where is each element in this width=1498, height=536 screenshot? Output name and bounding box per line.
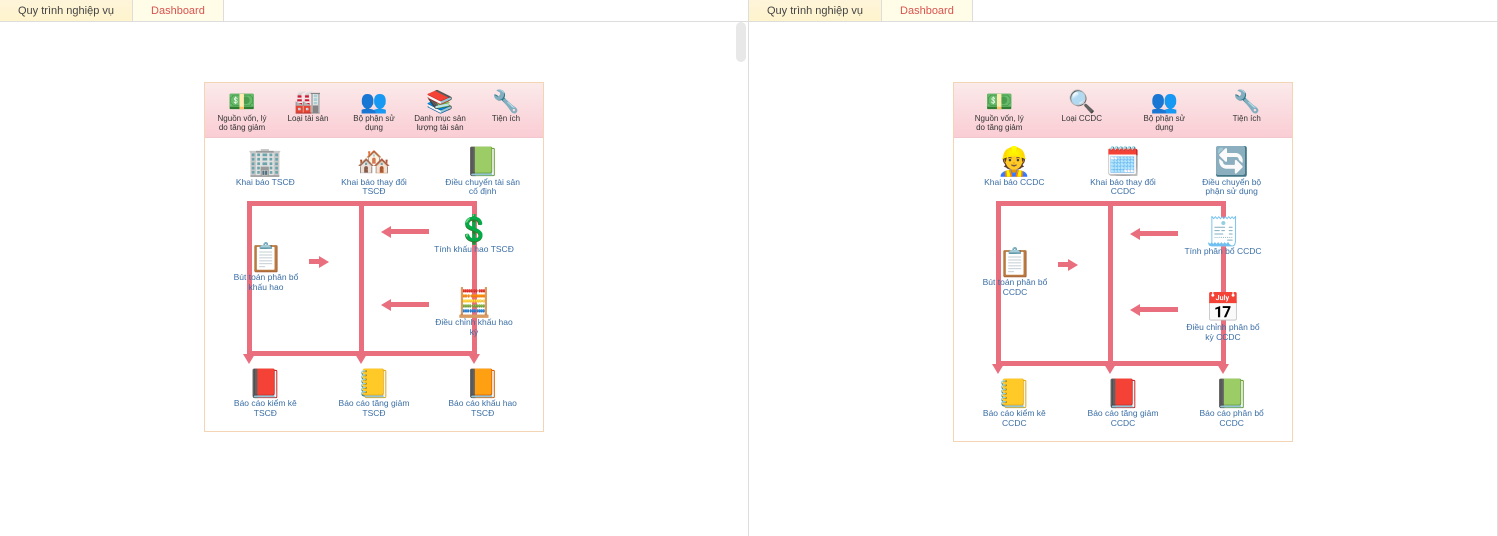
node-adjust-depreciation[interactable]: 🧮 Điều chỉnh khấu hao kỳ [429, 286, 519, 338]
inventory-report-icon: 📒 [995, 377, 1033, 409]
toolbar-funding-icon[interactable]: 💵Nguồn vốn, lý do tăng giảm [958, 87, 1041, 135]
toolbar-label: Danh mục sản lượng tài sản [410, 115, 470, 133]
diagram-tscd: 💵Nguồn vốn, lý do tăng giảm🏭Loại tài sản… [204, 82, 544, 432]
node-label: Báo cáo khấu hao TSCĐ [443, 399, 523, 419]
transfer-dept-icon: 🔄 [1213, 146, 1251, 178]
inventory-report-icon: 📕 [246, 367, 284, 399]
node-allocation-entry[interactable]: 📋 Bút toán phân bổ CCDC [970, 246, 1060, 298]
depreciation-report-icon: 📙 [464, 367, 502, 399]
node-inventory-report-icon[interactable]: 📕Báo cáo kiểm kê TSCĐ [220, 367, 310, 419]
tab-dashboard[interactable]: Dashboard [133, 0, 224, 21]
node-declare-asset-icon[interactable]: 🏢Khai báo TSCĐ [220, 146, 310, 198]
utility-icon: 🔧 [489, 89, 523, 115]
adjust-depreciation-icon: 🧮 [455, 286, 493, 318]
utility-icon: 🔧 [1230, 89, 1264, 115]
tab-dashboard[interactable]: Dashboard [882, 0, 973, 21]
node-label: Báo cáo kiểm kê TSCĐ [225, 399, 305, 419]
node-change-tool-icon[interactable]: 🗓️Khai báo thay đổi CCDC [1078, 146, 1168, 198]
tool-type-icon: 🔍 [1065, 89, 1099, 115]
allocation-entry-icon: 📋 [247, 241, 285, 273]
node-calc-depreciation[interactable]: 💲 Tính khấu hao TSCĐ [429, 213, 519, 255]
node-label: Khai báo TSCĐ [236, 178, 295, 188]
node-label: Điều chuyển bộ phận sử dụng [1192, 178, 1272, 198]
toolbar-tool-type-icon[interactable]: 🔍Loại CCDC [1041, 87, 1124, 135]
node-transfer-asset-icon[interactable]: 📗Điều chuyển tài sản cố định [438, 146, 528, 198]
node-label: Điều chuyển tài sản cố định [443, 178, 523, 198]
toolbar-label: Loại tài sản [288, 115, 329, 124]
toolbar-utility-icon[interactable]: 🔧Tiện ích [1206, 87, 1289, 135]
node-calc-allocation[interactable]: 🧾 Tính phân bổ CCDC [1178, 215, 1268, 257]
node-change-report-icon[interactable]: 📕Báo cáo tăng giảm CCDC [1078, 377, 1168, 429]
calc-allocation-icon: 🧾 [1204, 215, 1242, 247]
content-left: 💵Nguồn vốn, lý do tăng giảm🏭Loại tài sản… [0, 22, 748, 536]
change-report-icon: 📕 [1104, 377, 1142, 409]
department-icon: 👥 [1147, 89, 1181, 115]
change-report-icon: 📒 [355, 367, 393, 399]
node-label: Báo cáo kiểm kê CCDC [974, 409, 1054, 429]
diagram-ccdc: 💵Nguồn vốn, lý do tăng giảm🔍Loại CCDC👥Bộ… [953, 82, 1293, 442]
allocation-entry-icon: 📋 [996, 246, 1034, 278]
calc-depreciation-icon: 💲 [455, 213, 493, 245]
asset-type-icon: 🏭 [291, 89, 325, 115]
funding-icon: 💵 [225, 89, 259, 115]
toolbar-funding-icon[interactable]: 💵Nguồn vốn, lý do tăng giảm [209, 87, 275, 135]
toolbar-label: Loại CCDC [1062, 115, 1102, 124]
node-label: Báo cáo tăng giảm CCDC [1083, 409, 1163, 429]
node-transfer-dept-icon[interactable]: 🔄Điều chuyển bộ phận sử dụng [1187, 146, 1277, 198]
tab-quy-trinh[interactable]: Quy trình nghiệp vụ [0, 0, 133, 21]
panel-left: Quy trình nghiệp vụ Dashboard 💵Nguồn vốn… [0, 0, 749, 536]
adjust-allocation-icon: 📅 [1204, 291, 1242, 323]
toolbar-label: Bộ phận sử dụng [1134, 115, 1194, 133]
toolbar-label: Bộ phận sử dụng [344, 115, 404, 133]
content-right: 💵Nguồn vốn, lý do tăng giảm🔍Loại CCDC👥Bộ… [749, 22, 1497, 536]
declare-tool-icon: 👷 [995, 146, 1033, 178]
department-icon: 👥 [357, 89, 391, 115]
node-label: Khai báo thay đổi CCDC [1083, 178, 1163, 198]
tabbar: Quy trình nghiệp vụ Dashboard [0, 0, 748, 22]
change-asset-icon: 🏘️ [355, 146, 393, 178]
node-change-asset-icon[interactable]: 🏘️Khai báo thay đổi TSCĐ [329, 146, 419, 198]
catalog-icon: 📚 [423, 89, 457, 115]
node-allocation-entry[interactable]: 📋 Bút toán phân bổ khấu hao [221, 241, 311, 293]
toolbar-ccdc: 💵Nguồn vốn, lý do tăng giảm🔍Loại CCDC👥Bộ… [954, 83, 1292, 138]
toolbar-utility-icon[interactable]: 🔧Tiện ích [473, 87, 539, 135]
toolbar-label: Tiện ích [1233, 115, 1261, 124]
allocation-report-icon: 📗 [1213, 377, 1251, 409]
declare-asset-icon: 🏢 [246, 146, 284, 178]
toolbar-label: Tiện ích [492, 115, 520, 124]
tab-quy-trinh[interactable]: Quy trình nghiệp vụ [749, 0, 882, 21]
funding-icon: 💵 [982, 89, 1016, 115]
node-label: Báo cáo phân bổ CCDC [1192, 409, 1272, 429]
change-tool-icon: 🗓️ [1104, 146, 1142, 178]
node-allocation-report-icon[interactable]: 📗Báo cáo phân bổ CCDC [1187, 377, 1277, 429]
node-change-report-icon[interactable]: 📒Báo cáo tăng giảm TSCĐ [329, 367, 419, 419]
toolbar-label: Nguồn vốn, lý do tăng giảm [212, 115, 272, 133]
transfer-asset-icon: 📗 [464, 146, 502, 178]
toolbar-asset-type-icon[interactable]: 🏭Loại tài sản [275, 87, 341, 135]
node-inventory-report-icon[interactable]: 📒Báo cáo kiểm kê CCDC [969, 377, 1059, 429]
node-adjust-allocation[interactable]: 📅 Điều chỉnh phân bổ kỳ CCDC [1178, 291, 1268, 343]
node-label: Báo cáo tăng giảm TSCĐ [334, 399, 414, 419]
toolbar-label: Nguồn vốn, lý do tăng giảm [969, 115, 1029, 133]
node-label: Khai báo thay đổi TSCĐ [334, 178, 414, 198]
panel-right: Quy trình nghiệp vụ Dashboard 💵Nguồn vốn… [749, 0, 1498, 536]
tabbar: Quy trình nghiệp vụ Dashboard [749, 0, 1497, 22]
toolbar-department-icon[interactable]: 👥Bộ phận sử dụng [1123, 87, 1206, 135]
toolbar-tscd: 💵Nguồn vốn, lý do tăng giảm🏭Loại tài sản… [205, 83, 543, 138]
node-label: Khai báo CCDC [984, 178, 1044, 188]
toolbar-catalog-icon[interactable]: 📚Danh mục sản lượng tài sản [407, 87, 473, 135]
node-declare-tool-icon[interactable]: 👷Khai báo CCDC [969, 146, 1059, 198]
toolbar-department-icon[interactable]: 👥Bộ phận sử dụng [341, 87, 407, 135]
node-depreciation-report-icon[interactable]: 📙Báo cáo khấu hao TSCĐ [438, 367, 528, 419]
